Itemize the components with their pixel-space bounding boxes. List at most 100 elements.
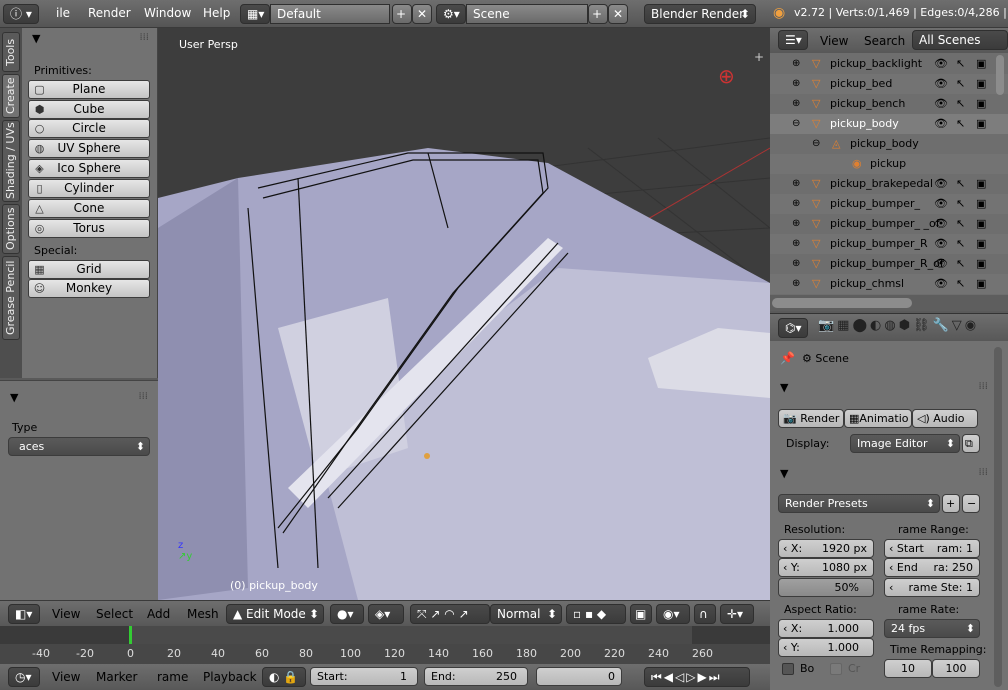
aspect-y-field[interactable]: ‹ Y: 1.000: [778, 638, 874, 657]
snap-element-select[interactable]: ✛▾: [720, 604, 754, 624]
select-mode-buttons[interactable]: ▫ ▪ ◆: [566, 604, 626, 624]
3d-viewport[interactable]: User Persp ⊕ z ↗y (0) pickup_body +: [158, 28, 770, 600]
outliner-row[interactable]: ⊕ ▽ pickup_bumper_ 👁 ↖ ▣: [770, 194, 1008, 214]
remove-screen-icon[interactable]: ✕: [412, 4, 432, 24]
drag-handle-icon[interactable]: ⁞⁞⁞: [138, 391, 148, 402]
add-torus-button[interactable]: ◎ Torus: [28, 219, 150, 238]
tab-create[interactable]: Create: [2, 74, 20, 118]
selectable-cursor-icon[interactable]: ↖: [956, 254, 965, 274]
expand-icon[interactable]: ⊕: [792, 74, 800, 94]
menu-help[interactable]: Help: [203, 6, 230, 20]
editor-type-button[interactable]: ◷▾: [8, 667, 40, 687]
current-frame-marker[interactable]: [129, 626, 132, 644]
lock-icon[interactable]: ⧉: [962, 434, 980, 453]
render-camera-icon[interactable]: ▣: [976, 254, 986, 274]
outliner-row[interactable]: ⊕ ▽ pickup_backlight 👁 ↖ ▣: [770, 54, 1008, 74]
remap-new-field[interactable]: 100: [932, 659, 980, 678]
remap-old-field[interactable]: 10: [884, 659, 932, 678]
pin-icon[interactable]: 📌: [780, 351, 795, 365]
drag-handle-icon[interactable]: ⁞⁞⁞: [978, 467, 988, 478]
tab-grease-pencil[interactable]: Grease Pencil: [2, 256, 20, 340]
selectable-cursor-icon[interactable]: ↖: [956, 274, 965, 294]
add-cube-button[interactable]: ⬢ Cube: [28, 100, 150, 119]
add-cone-button[interactable]: △ Cone: [28, 199, 150, 218]
menu-view[interactable]: View: [820, 34, 848, 48]
menu-window[interactable]: Window: [144, 6, 191, 20]
vertical-scroll-thumb[interactable]: [996, 55, 1004, 95]
frame-end-field[interactable]: ‹ End ra: 250: [884, 558, 980, 577]
collapse-icon[interactable]: ⊖: [812, 134, 820, 154]
vertical-scrollbar[interactable]: [994, 347, 1002, 687]
outliner-row[interactable]: ⊖ ◬ pickup_body: [770, 134, 1008, 154]
menu-select[interactable]: Select: [96, 607, 133, 621]
selectable-cursor-icon[interactable]: ↖: [956, 174, 965, 194]
visibility-eye-icon[interactable]: 👁: [934, 174, 948, 194]
expand-icon[interactable]: ⊕: [792, 94, 800, 114]
proportional-edit-select[interactable]: ◉▾: [656, 604, 690, 624]
visibility-eye-icon[interactable]: 👁: [934, 94, 948, 114]
current-frame-field[interactable]: 0: [536, 667, 622, 686]
expand-icon[interactable]: ⊕: [792, 234, 800, 254]
tab-options[interactable]: Options: [2, 204, 20, 254]
visibility-eye-icon[interactable]: 👁: [934, 194, 948, 214]
type-select[interactable]: aces ⬍: [8, 437, 150, 456]
selectable-cursor-icon[interactable]: ↖: [956, 194, 965, 214]
expand-icon[interactable]: ⊕: [792, 274, 800, 294]
collapse-arrow-icon[interactable]: ▼: [780, 381, 788, 394]
outliner-row[interactable]: ◉ pickup: [770, 154, 1008, 174]
viewport-plus-icon[interactable]: +: [754, 50, 764, 64]
menu-add[interactable]: Add: [147, 607, 170, 621]
render-camera-icon[interactable]: ▣: [976, 234, 986, 254]
scroll-thumb[interactable]: [772, 298, 912, 308]
outliner-row[interactable]: ⊕ ▽ pickup_brakepedal 👁 ↖ ▣: [770, 174, 1008, 194]
timeline[interactable]: -40 -20 0 20 40 60 80 100 120 140 160 18…: [0, 626, 770, 664]
render-camera-icon[interactable]: ▣: [976, 74, 986, 94]
snap-icon[interactable]: ∩: [694, 604, 716, 624]
frame-step-field[interactable]: ‹ rame Ste: 1: [884, 578, 980, 597]
orientation-select[interactable]: Normal ⬍: [490, 604, 562, 624]
selectable-cursor-icon[interactable]: ↖: [956, 114, 965, 134]
menu-file[interactable]: ile: [56, 6, 70, 20]
menu-playback[interactable]: Playback: [203, 670, 257, 684]
display-mode-select[interactable]: All Scenes: [912, 30, 1008, 50]
render-engine-select[interactable]: Blender Render ⬍: [644, 4, 756, 24]
outliner-row[interactable]: ⊕ ▽ pickup_bench 👁 ↖ ▣: [770, 94, 1008, 114]
drag-handle-icon[interactable]: ⁞⁞⁞: [139, 32, 149, 43]
screen-layout-field[interactable]: Default: [270, 4, 390, 24]
outliner-row[interactable]: ⊖ ▽ pickup_body 👁 ↖ ▣: [770, 114, 1008, 134]
fps-select[interactable]: 24 fps ⬍: [884, 619, 980, 638]
3d-cursor-icon[interactable]: ⊕: [718, 64, 735, 88]
remove-preset-icon[interactable]: −: [962, 494, 980, 513]
editor-type-button[interactable]: ☰▾: [778, 30, 808, 50]
visibility-eye-icon[interactable]: 👁: [934, 54, 948, 74]
render-camera-icon[interactable]: ▣: [976, 214, 986, 234]
visibility-eye-icon[interactable]: 👁: [934, 214, 948, 234]
menu-view[interactable]: View: [52, 607, 80, 621]
visibility-eye-icon[interactable]: 👁: [934, 114, 948, 134]
animation-button[interactable]: ▦Animatio: [844, 409, 912, 428]
menu-search[interactable]: Search: [864, 34, 905, 48]
add-screen-icon[interactable]: +: [392, 4, 412, 24]
collapse-arrow-icon[interactable]: ▼: [10, 391, 18, 404]
add-circle-button[interactable]: ○ Circle: [28, 119, 150, 138]
start-frame-field[interactable]: Start: 1: [310, 667, 418, 686]
add-cylinder-button[interactable]: ▯ Cylinder: [28, 179, 150, 198]
end-frame-field[interactable]: End: 250: [424, 667, 528, 686]
outliner-row[interactable]: ⊕ ▽ pickup_bumper_R_of 👁 ↖ ▣: [770, 254, 1008, 274]
add-monkey-button[interactable]: ☺ Monkey: [28, 279, 150, 298]
expand-icon[interactable]: ⊕: [792, 194, 800, 214]
info-editor-type-button[interactable]: ⓘ ▾: [3, 4, 39, 24]
pivot-select[interactable]: ◈▾: [368, 604, 404, 624]
visibility-eye-icon[interactable]: 👁: [934, 254, 948, 274]
aspect-x-field[interactable]: ‹ X: 1.000: [778, 619, 874, 638]
audio-button[interactable]: ◁) Audio: [912, 409, 978, 428]
occlude-icon[interactable]: ▣: [630, 604, 652, 624]
render-camera-icon[interactable]: ▣: [976, 114, 986, 134]
menu-render[interactable]: Render: [88, 6, 131, 20]
border-checkbox[interactable]: [782, 663, 794, 675]
collapse-arrow-icon[interactable]: ▼: [780, 467, 788, 480]
outliner-row[interactable]: ⊕ ▽ pickup_bumper_ _of 👁 ↖ ▣: [770, 214, 1008, 234]
scene-icon[interactable]: ⚙▾: [436, 4, 466, 24]
visibility-eye-icon[interactable]: 👁: [934, 274, 948, 294]
render-camera-icon[interactable]: ▣: [976, 94, 986, 114]
